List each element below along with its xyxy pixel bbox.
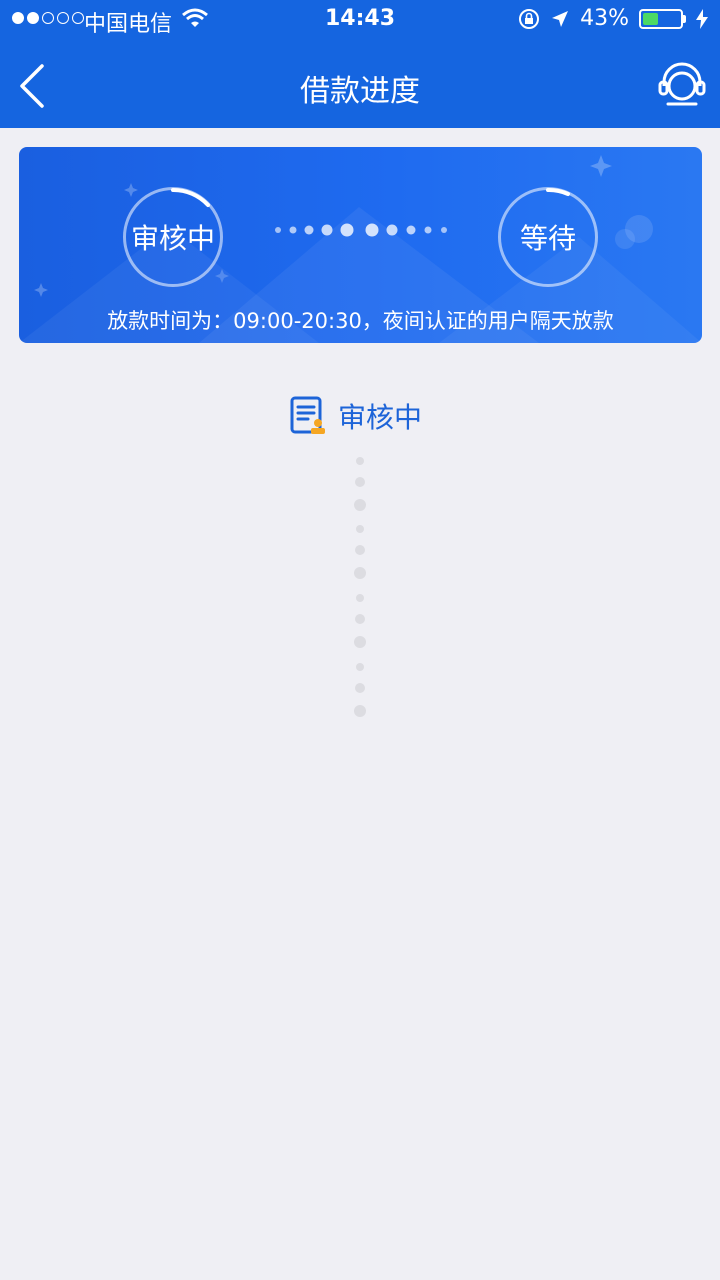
- document-review-icon: [290, 396, 325, 434]
- battery-icon: [639, 8, 686, 29]
- current-state: 审核中: [290, 396, 422, 436]
- step-reviewing: 审核中: [123, 187, 223, 287]
- page-title: 借款进度: [300, 74, 420, 109]
- charging-bolt-icon: [696, 8, 708, 29]
- rotation-lock-icon: [519, 8, 540, 29]
- headset-icon[interactable]: [658, 60, 706, 110]
- payout-time-note: 放款时间为：09:00-20:30，夜间认证的用户隔天放款: [107, 309, 614, 333]
- progress-trail-dots: [354, 457, 366, 717]
- status-bar: 中国电信 14:43 43%: [0, 0, 720, 40]
- location-arrow-icon: [552, 10, 569, 27]
- current-state-label: 审核中: [338, 401, 423, 434]
- header: 中国电信 14:43 43% 借款进度: [0, 0, 720, 128]
- battery-percent: 43%: [580, 6, 629, 31]
- nav-bar: 借款进度: [0, 40, 720, 128]
- progress-dots: [275, 223, 447, 237]
- progress-card: 审核中 等待 放款时间为：09:00-20:30，夜间认证的用户隔天放款: [19, 147, 702, 343]
- step-waiting: 等待: [498, 187, 598, 287]
